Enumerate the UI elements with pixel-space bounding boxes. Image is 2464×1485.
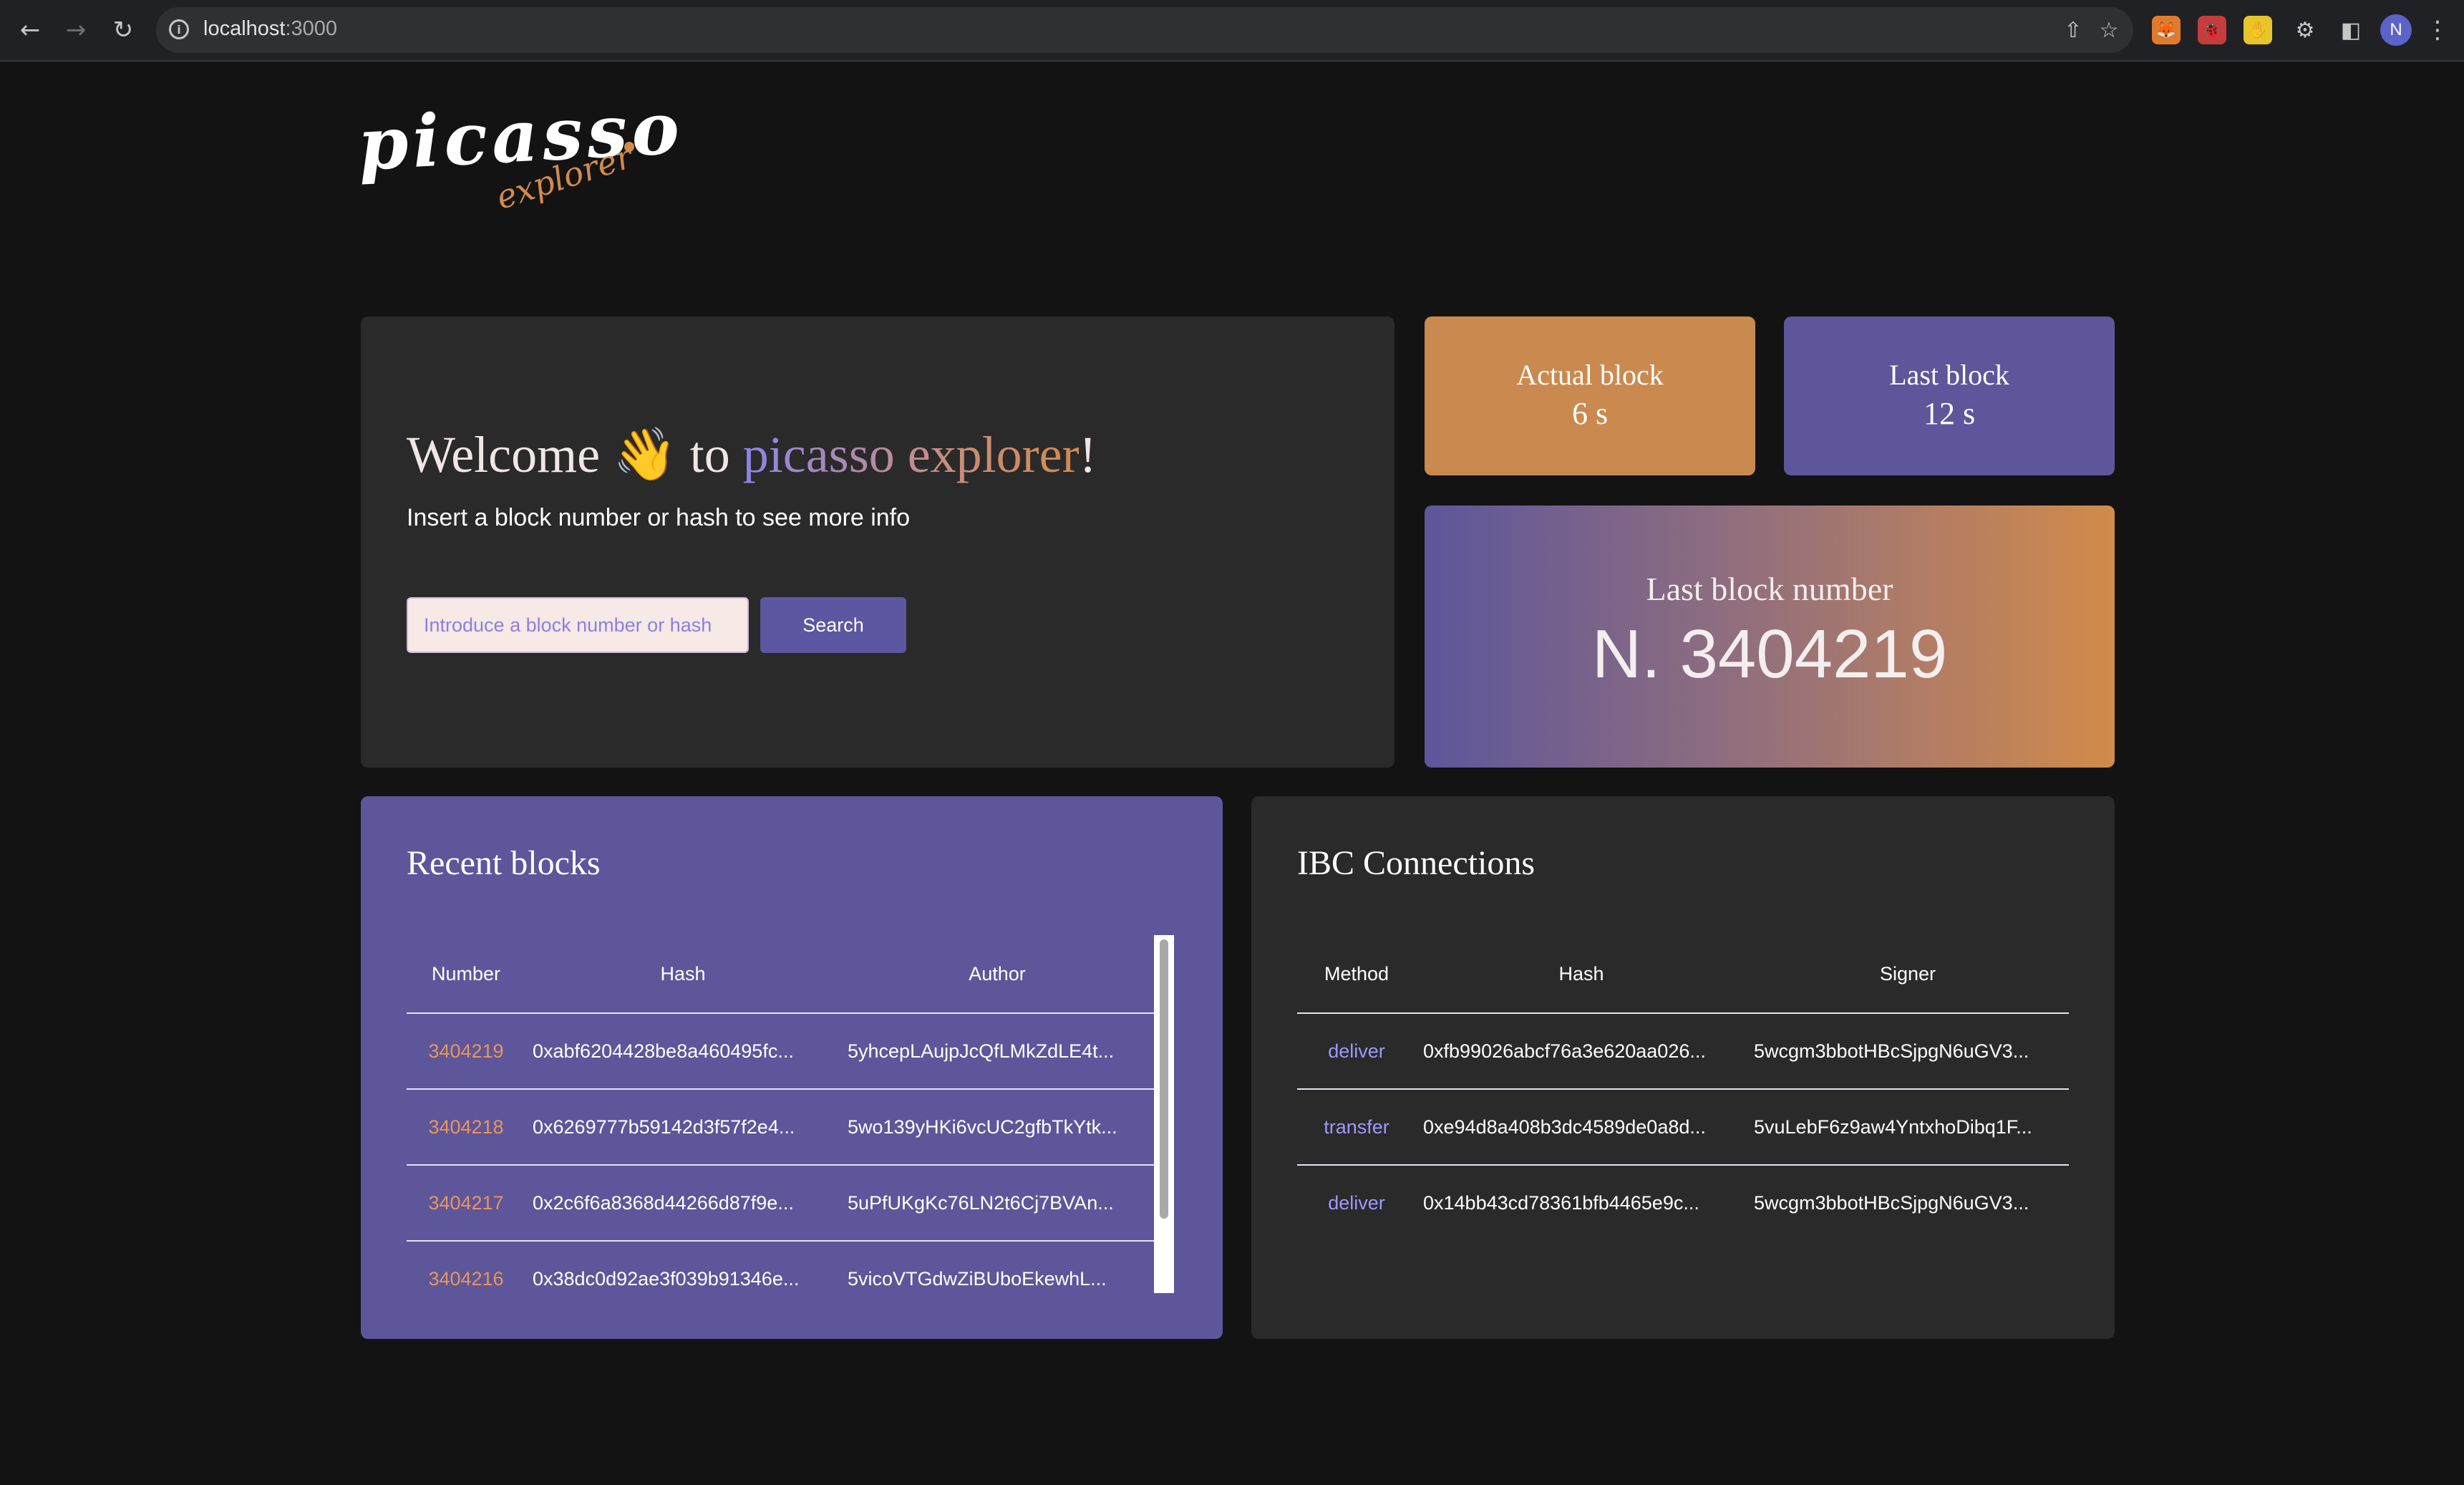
block-number-link[interactable]: 3404217 xyxy=(407,1165,525,1242)
waving-hand-icon: 👋 xyxy=(613,426,677,483)
table-row: deliver 0x14bb43cd78361bfb4465e9c... 5wc… xyxy=(1297,1165,2069,1240)
welcome-title: Welcome 👋 to picasso explorer! xyxy=(407,424,1097,485)
column-header-hash: Hash xyxy=(1416,935,1747,1014)
ibc-signer: 5wcgm3bbotHBcSjpgN6uGV3... xyxy=(1754,1191,2029,1214)
actual-block-label: Actual block xyxy=(1516,359,1664,392)
ibc-connections-table: Method Hash Signer deliver 0xfb99026abcf… xyxy=(1297,935,2069,1240)
ibc-connections-title: IBC Connections xyxy=(1297,844,1535,882)
metamask-extension-icon[interactable]: 🦊 xyxy=(2152,16,2181,44)
block-hash: 0x6269777b59142d3f57f2e4... xyxy=(525,1089,840,1166)
table-row: 3404219 0xabf6204428be8a460495fc... 5yhc… xyxy=(407,1013,1154,1090)
ibc-signer: 5wcgm3bbotHBcSjpgN6uGV3... xyxy=(1747,1013,2069,1090)
address-url[interactable]: localhost:3000 xyxy=(203,17,337,41)
block-number-link[interactable]: 3404218 xyxy=(407,1089,525,1166)
actual-block-card: Actual block 6 s xyxy=(1425,316,1755,475)
address-bar[interactable]: i localhost:3000 ⇧ ☆ xyxy=(156,7,2133,53)
welcome-card: Welcome 👋 to picasso explorer! Insert a … xyxy=(361,316,1395,768)
block-hash: 0x2c6f6a8368d44266d87f9e... xyxy=(525,1165,840,1242)
table-header-row: Method Hash Signer xyxy=(1297,935,2069,1014)
block-number-link[interactable]: 3404216 xyxy=(407,1241,525,1316)
last-block-number-label: Last block number xyxy=(1646,570,1893,607)
reload-icon[interactable]: ↻ xyxy=(106,13,140,47)
block-search-input[interactable] xyxy=(407,597,749,653)
site-info-icon[interactable]: i xyxy=(169,19,189,39)
ibc-hash: 0xfb99026abcf76a3e620aa026... xyxy=(1416,1013,1747,1090)
browser-toolbar: ← → ↻ i localhost:3000 ⇧ ☆ 🦊 🐞 ✋ ⚙ ◧ N ⋮ xyxy=(0,0,2464,62)
block-author: 5wo139yHKi6vcUC2gfbTkYtk... xyxy=(840,1089,1154,1166)
back-arrow-icon[interactable]: ← xyxy=(13,13,47,47)
table-row: 3404217 0x2c6f6a8368d44266d87f9e... 5uPf… xyxy=(407,1165,1154,1242)
last-block-card: Last block 12 s xyxy=(1784,316,2115,475)
recent-blocks-title: Recent blocks xyxy=(407,844,601,882)
ibc-method-link[interactable]: transfer xyxy=(1297,1089,1416,1166)
side-panel-icon[interactable]: ◧ xyxy=(2335,14,2367,46)
browser-menu-icon[interactable]: ⋮ xyxy=(2425,13,2450,47)
table-row: 3404218 0x6269777b59142d3f57f2e4... 5wo1… xyxy=(407,1089,1154,1166)
column-header-hash: Hash xyxy=(525,935,840,1014)
ibc-hash: 0x14bb43cd78361bfb4465e9c... xyxy=(1423,1191,1699,1214)
table-row: deliver 0xfb99026abcf76a3e620aa026... 5w… xyxy=(1297,1013,2069,1090)
block-author: 5vicoVTGdwZiBUboEkewhL... xyxy=(848,1267,1107,1290)
picasso-logo[interactable]: picasso explorer xyxy=(356,85,685,217)
column-header-signer: Signer xyxy=(1747,935,2069,1014)
red-extension-icon[interactable]: 🐞 xyxy=(2198,16,2226,44)
block-author: 5yhcepLAujpJcQfLMkZdLE4t... xyxy=(840,1013,1154,1090)
block-hash: 0x38dc0d92ae3f039b91346e... xyxy=(533,1267,800,1290)
ibc-hash: 0xe94d8a408b3dc4589de0a8d... xyxy=(1416,1089,1747,1166)
last-block-number-value: N. 3404219 xyxy=(1591,615,1948,692)
share-icon[interactable]: ⇧ xyxy=(2057,14,2089,46)
ibc-method-link[interactable]: deliver xyxy=(1297,1165,1416,1240)
logo-main-text: picasso xyxy=(356,85,686,187)
recent-blocks-scrollbar[interactable] xyxy=(1154,935,1174,1293)
table-header-row: Number Hash Author xyxy=(407,935,1154,1014)
profile-avatar[interactable]: N xyxy=(2380,14,2412,46)
recent-blocks-table: Number Hash Author 3404219 0xabf6204428b… xyxy=(407,935,1154,1316)
forward-arrow-icon[interactable]: → xyxy=(59,13,93,47)
yellow-extension-icon[interactable]: ✋ xyxy=(2244,16,2272,44)
last-block-label: Last block xyxy=(1889,359,2009,392)
block-hash: 0xabf6204428be8a460495fc... xyxy=(525,1013,840,1090)
table-row: transfer 0xe94d8a408b3dc4589de0a8d... 5v… xyxy=(1297,1089,2069,1166)
actual-block-value: 6 s xyxy=(1571,396,1609,432)
welcome-subtitle: Insert a block number or hash to see mor… xyxy=(407,504,911,531)
search-button[interactable]: Search xyxy=(760,597,906,653)
last-block-number-card: Last block number N. 3404219 xyxy=(1425,506,2115,768)
welcome-title-accent: picasso explorer xyxy=(742,426,1080,483)
ibc-signer: 5vuLebF6z9aw4YntxhoDibq1F... xyxy=(1747,1089,2069,1166)
welcome-title-prefix: Welcome xyxy=(407,426,601,483)
ibc-method-link[interactable]: deliver xyxy=(1297,1013,1416,1090)
column-header-method: Method xyxy=(1297,935,1416,1014)
scrollbar-thumb[interactable] xyxy=(1160,939,1168,1219)
welcome-title-suffix: ! xyxy=(1079,426,1097,483)
column-header-author: Author xyxy=(840,935,1154,1014)
table-row: 3404216 0x38dc0d92ae3f039b91346e... 5vic… xyxy=(407,1241,1154,1316)
welcome-title-mid: to xyxy=(689,426,730,483)
extensions-puzzle-icon[interactable]: ⚙ xyxy=(2289,14,2321,46)
bookmark-star-icon[interactable]: ☆ xyxy=(2093,14,2125,46)
last-block-value: 12 s xyxy=(1923,396,1976,432)
recent-blocks-card: Recent blocks Number Hash Author 3404219… xyxy=(361,796,1223,1339)
block-author: 5uPfUKgKc76LN2t6Cj7BVAn... xyxy=(840,1165,1154,1242)
ibc-connections-card: IBC Connections Method Hash Signer deliv… xyxy=(1251,796,2115,1339)
block-number-link[interactable]: 3404219 xyxy=(407,1013,525,1090)
url-host: localhost xyxy=(203,17,286,40)
column-header-number: Number xyxy=(407,935,525,1014)
url-port: :3000 xyxy=(285,17,338,40)
